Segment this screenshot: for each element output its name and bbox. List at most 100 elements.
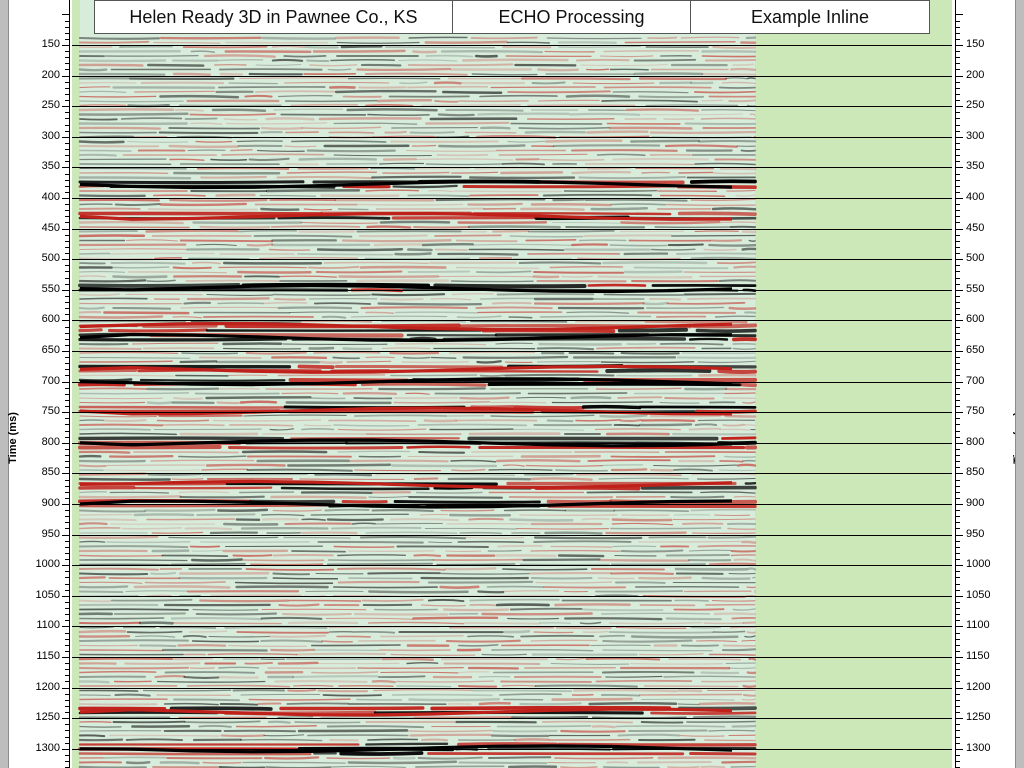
major-tick	[62, 688, 69, 689]
tick-label: 950	[41, 528, 60, 540]
minor-tick	[65, 143, 69, 144]
minor-tick	[65, 431, 69, 432]
minor-tick	[65, 724, 69, 725]
minor-tick	[65, 541, 69, 542]
minor-tick	[956, 302, 960, 303]
tick-label: 500	[41, 252, 60, 264]
minor-tick	[956, 333, 960, 334]
minor-tick	[956, 247, 960, 248]
major-tick	[956, 76, 963, 77]
tick-label: 600	[41, 313, 60, 325]
major-tick	[62, 351, 69, 352]
minor-tick	[65, 222, 69, 223]
minor-tick	[65, 265, 69, 266]
tick-label: 850	[41, 466, 60, 478]
minor-tick	[65, 602, 69, 603]
minor-tick	[956, 498, 960, 499]
tick-label: 850	[966, 466, 985, 478]
minor-tick	[65, 467, 69, 468]
minor-tick	[65, 21, 69, 22]
tick-label: 950	[966, 528, 985, 540]
major-tick	[956, 412, 963, 413]
minor-tick	[65, 737, 69, 738]
tick-label: 450	[966, 222, 985, 234]
minor-tick	[65, 730, 69, 731]
minor-tick	[65, 614, 69, 615]
minor-tick	[956, 265, 960, 266]
tick-label: 1300	[966, 742, 991, 754]
major-tick	[62, 320, 69, 321]
minor-tick	[956, 590, 960, 591]
major-tick	[956, 106, 963, 107]
minor-tick	[956, 675, 960, 676]
minor-tick	[65, 461, 69, 462]
minor-tick	[956, 27, 960, 28]
minor-tick	[65, 94, 69, 95]
minor-tick	[956, 222, 960, 223]
major-tick	[62, 167, 69, 168]
tick-label: 1150	[966, 650, 990, 662]
minor-tick	[65, 418, 69, 419]
minor-tick	[956, 437, 960, 438]
minor-tick	[65, 345, 69, 346]
minor-tick	[956, 400, 960, 401]
minor-tick	[65, 149, 69, 150]
minor-tick	[956, 339, 960, 340]
minor-tick	[65, 400, 69, 401]
minor-tick	[956, 388, 960, 389]
seismic-plot[interactable]	[72, 0, 952, 768]
major-tick	[62, 657, 69, 658]
minor-tick	[956, 418, 960, 419]
left-window-edge	[0, 0, 9, 768]
minor-tick	[956, 88, 960, 89]
minor-tick	[65, 522, 69, 523]
minor-tick	[956, 547, 960, 548]
minor-tick	[956, 724, 960, 725]
minor-tick	[65, 651, 69, 652]
minor-tick	[956, 455, 960, 456]
major-tick	[956, 596, 963, 597]
minor-tick	[65, 33, 69, 34]
minor-tick	[65, 210, 69, 211]
minor-tick	[65, 388, 69, 389]
major-tick	[956, 198, 963, 199]
minor-tick	[956, 651, 960, 652]
minor-tick	[956, 639, 960, 640]
minor-tick	[956, 669, 960, 670]
minor-tick	[956, 118, 960, 119]
minor-tick	[956, 149, 960, 150]
minor-tick	[65, 437, 69, 438]
minor-tick	[65, 743, 69, 744]
tick-label: 150	[41, 38, 60, 50]
minor-tick	[956, 375, 960, 376]
minor-tick	[956, 345, 960, 346]
major-tick	[956, 290, 963, 291]
minor-tick	[956, 216, 960, 217]
minor-tick	[956, 296, 960, 297]
tick-label: 750	[966, 405, 985, 417]
minor-tick	[956, 553, 960, 554]
minor-tick	[65, 125, 69, 126]
minor-tick	[65, 706, 69, 707]
major-tick	[62, 76, 69, 77]
tick-label: 1100	[36, 619, 60, 631]
major-tick	[956, 565, 963, 566]
minor-tick	[956, 186, 960, 187]
minor-tick	[956, 602, 960, 603]
minor-tick	[956, 155, 960, 156]
tick-label: 1000	[35, 558, 60, 570]
axis-line	[69, 0, 70, 768]
tick-label: 150	[966, 38, 985, 50]
minor-tick	[956, 357, 960, 358]
minor-tick	[65, 63, 69, 64]
tick-label: 600	[966, 313, 985, 325]
minor-tick	[65, 761, 69, 762]
major-tick	[62, 535, 69, 536]
tick-label: 1050	[966, 589, 991, 601]
minor-tick	[65, 271, 69, 272]
minor-tick	[956, 528, 960, 529]
major-tick	[956, 259, 963, 260]
minor-tick	[65, 27, 69, 28]
axis-title: Time (ms)	[6, 412, 19, 464]
tick-label: 450	[41, 222, 60, 234]
